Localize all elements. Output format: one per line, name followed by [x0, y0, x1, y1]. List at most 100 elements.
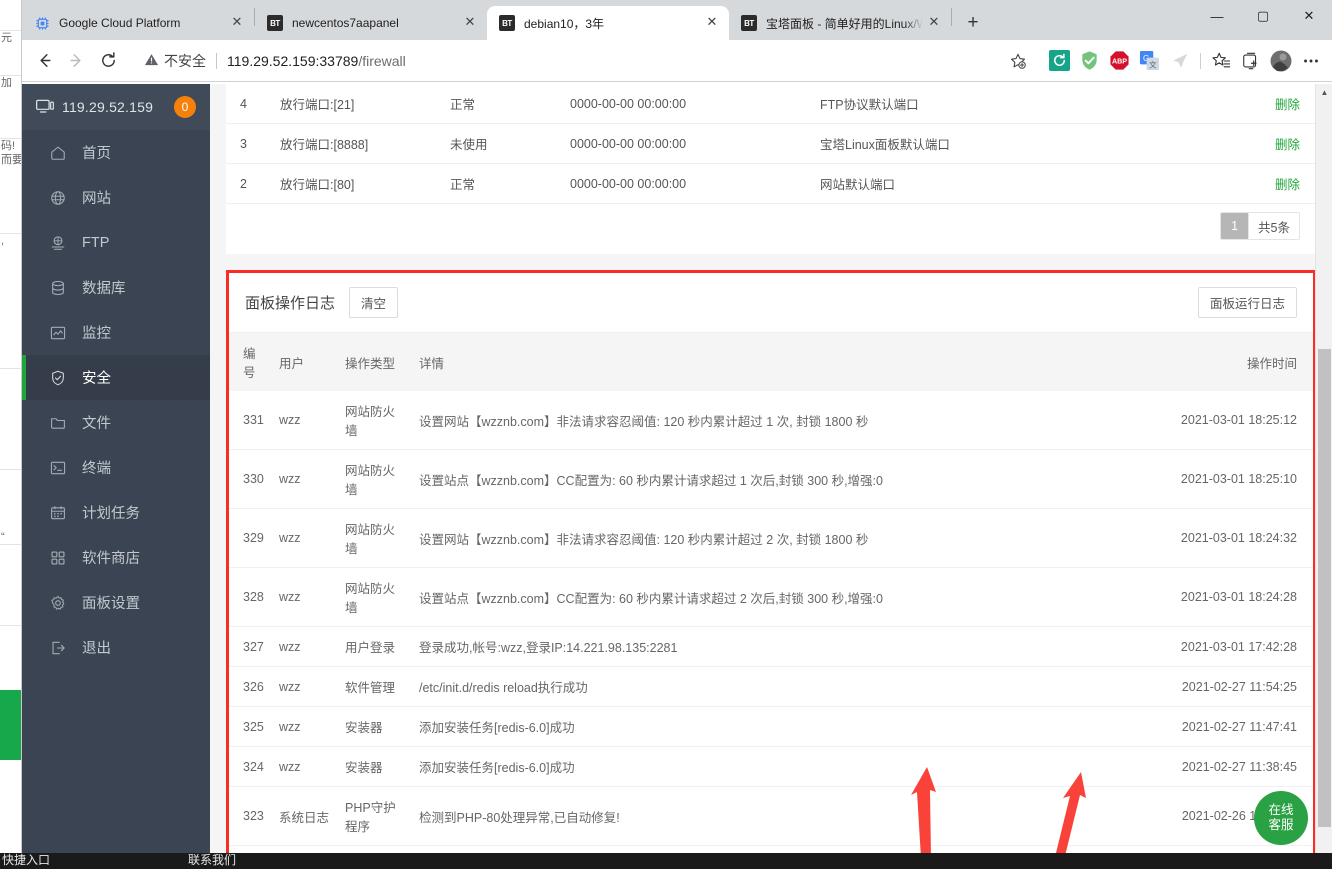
page-scrollbar[interactable]: ▲ ▼ — [1315, 84, 1332, 869]
table-row[interactable]: 4 放行端口:[21] 正常 0000-00-00 00:00:00 FTP协议… — [226, 84, 1316, 124]
sidebar-item-monitor[interactable]: 监控 — [22, 310, 210, 355]
sidebar-item-label: 监控 — [82, 326, 111, 342]
url-path: /firewall — [358, 52, 406, 69]
server-header[interactable]: 119.29.52.159 0 — [22, 84, 210, 130]
sidebar-item-settings[interactable]: 面板设置 — [22, 580, 210, 625]
notification-badge[interactable]: 0 — [174, 96, 196, 118]
apps-grid-icon — [48, 550, 68, 566]
maximize-button[interactable]: ▢ — [1240, 0, 1286, 32]
bg-green-button[interactable] — [0, 690, 21, 760]
firewall-rules-card: 4 放行端口:[21] 正常 0000-00-00 00:00:00 FTP协议… — [226, 84, 1316, 254]
log-card-header: 面板操作日志 清空 面板运行日志 — [229, 273, 1313, 333]
browser-tab-0[interactable]: Google Cloud Platform ✕ — [22, 6, 254, 40]
security-indicator[interactable]: 不安全 — [144, 51, 206, 71]
sidebar-item-home[interactable]: 首页 — [22, 130, 210, 175]
log-row-type: 网站防火墙 — [339, 391, 413, 450]
table-row[interactable]: 327 wzz 用户登录 登录成功,帐号:wzz,登录IP:14.221.98.135… — [229, 626, 1313, 667]
page-button-1[interactable]: 1 — [1221, 213, 1250, 239]
home-icon — [48, 145, 68, 161]
sidebar-item-logout[interactable]: 退出 — [22, 625, 210, 670]
log-row-detail: 添加安装任务[redis-6.0]成功 — [413, 706, 1153, 747]
delete-rule-link[interactable]: 删除 — [1189, 124, 1316, 164]
taskbar-right-label[interactable]: 联系我们 — [188, 853, 236, 868]
firewall-pagination: 1 共5条 — [1220, 212, 1300, 240]
svg-text:ABP: ABP — [1111, 58, 1126, 66]
shield-icon — [48, 370, 68, 386]
log-row-id: 325 — [229, 706, 273, 747]
operation-log-body: 331 wzz 网站防火墙 设置网站【wzznb.com】非法请求容忍阈值: 120 … — [229, 391, 1313, 869]
operation-log-table: 编号 用户 操作类型 详情 操作时间 331 wzz 网站防火墙 设置网站【wzznb… — [229, 333, 1313, 869]
table-row[interactable]: 329 wzz 网站防火墙 设置网站【wzznb.com】非法请求容忍阈值: 120 … — [229, 508, 1313, 568]
clear-log-button[interactable]: 清空 — [349, 287, 399, 318]
taskbar[interactable]: 快捷入口 联系我们 — [0, 853, 1332, 869]
background-window-sliver[interactable]: 元 加 码! 而要 , “ — [0, 0, 22, 869]
scroll-up-arrow[interactable]: ▲ — [1316, 84, 1332, 101]
log-row-id: 323 — [229, 786, 273, 846]
table-row[interactable]: 323 系统日志 PHP守护程序 检测到PHP-80处理异常,已自动修复! 2021-0… — [229, 786, 1313, 846]
table-row[interactable]: 326 wzz 软件管理/etc/init.d/redis reload执行成功 20… — [229, 666, 1313, 707]
tab-strip: Google Cloud Platform ✕ BT newcentos7aap… — [22, 0, 1332, 40]
table-row[interactable]: 2 放行端口:[80] 正常 0000-00-00 00:00:00 网站默认端… — [226, 164, 1316, 204]
log-row-detail: 添加安装任务[redis-6.0]成功 — [413, 746, 1153, 787]
table-row[interactable]: 325 wzz 安装器 添加安装任务[redis-6.0]成功 2021-02-27 1… — [229, 706, 1313, 747]
warning-triangle-icon — [144, 52, 159, 70]
profile-avatar[interactable] — [1266, 46, 1296, 76]
tab-close-icon[interactable]: ✕ — [923, 12, 945, 34]
forward-button[interactable] — [60, 45, 92, 77]
sidebar-item-terminal[interactable]: 终端 — [22, 445, 210, 490]
table-row[interactable]: 331 wzz 网站防火墙 设置网站【wzznb.com】非法请求容忍阈值: 120 … — [229, 391, 1313, 450]
address-bar[interactable]: 不安全 119.29.52.159:33789 /firewall — [130, 45, 1038, 77]
disabled-extension-icon[interactable] — [1164, 46, 1194, 76]
close-window-button[interactable]: ✕ — [1286, 0, 1332, 32]
table-row[interactable]: 324 wzz 安装器 添加安装任务[redis-6.0]成功 2021-02-27 1… — [229, 746, 1313, 787]
tab-close-icon[interactable]: ✕ — [226, 12, 248, 34]
table-row[interactable]: 330 wzz 网站防火墙 设置站点【wzznb.com】CC配置为: 60 秒内累计… — [229, 449, 1313, 509]
reload-button[interactable] — [92, 45, 124, 77]
sidebar-item-ftp[interactable]: FTP — [22, 220, 210, 265]
omnibox-divider — [1194, 45, 1206, 77]
sidebar-item-database[interactable]: 数据库 — [22, 265, 210, 310]
tab-close-icon[interactable]: ✕ — [701, 12, 723, 34]
browser-tab-2[interactable]: BT debian10，3年 ✕ — [487, 6, 729, 40]
refresh-extension-icon[interactable] — [1044, 46, 1074, 76]
log-row-type: 安装器 — [339, 706, 413, 747]
rule-time: 0000-00-00 00:00:00 — [570, 96, 687, 111]
delete-rule-link[interactable]: 删除 — [1189, 164, 1316, 204]
favorites-icon[interactable] — [1206, 46, 1236, 76]
scrollbar-thumb[interactable] — [1318, 349, 1331, 827]
table-row[interactable]: 3 放行端口:[8888] 未使用 0000-00-00 00:00:00 宝塔… — [226, 124, 1316, 164]
adblock-plus-icon[interactable]: ABP — [1104, 46, 1134, 76]
browser-tab-1[interactable]: BT newcentos7aapanel ✕ — [255, 6, 487, 40]
back-button[interactable] — [28, 45, 60, 77]
main-content: 4 放行端口:[21] 正常 0000-00-00 00:00:00 FTP协议… — [210, 84, 1332, 869]
google-translate-icon[interactable]: G文 — [1134, 46, 1164, 76]
sidebar-item-label: 终端 — [82, 461, 111, 477]
column-header-time: 操作时间 — [1153, 333, 1313, 391]
taskbar-left-label[interactable]: 快捷入口 — [2, 853, 50, 868]
table-row[interactable]: 328 wzz 网站防火墙 设置站点【wzznb.com】CC配置为: 60 秒内累计… — [229, 567, 1313, 627]
rule-id: 4 — [240, 96, 247, 111]
sidebar-item-files[interactable]: 文件 — [22, 400, 210, 445]
delete-rule-link[interactable]: 删除 — [1189, 84, 1316, 124]
sidebar-item-appstore[interactable]: 软件商店 — [22, 535, 210, 580]
tab-close-icon[interactable]: ✕ — [459, 12, 481, 34]
sidebar-item-security[interactable]: 安全 — [22, 355, 210, 400]
column-header-id: 编号 — [229, 333, 273, 391]
log-row-type: 软件管理 — [339, 666, 413, 707]
minimize-button[interactable]: — — [1194, 0, 1240, 32]
shield-extension-icon[interactable] — [1074, 46, 1104, 76]
log-row-user: wzz — [273, 746, 339, 787]
star-add-icon[interactable] — [1002, 45, 1034, 77]
new-tab-button[interactable]: + — [958, 9, 988, 37]
sidebar-item-website[interactable]: 网站 — [22, 175, 210, 220]
log-row-type: 网站防火墙 — [339, 508, 413, 568]
browser-tab-3[interactable]: BT 宝塔面板 - 简单好用的Linux/Win ✕ — [729, 6, 951, 40]
window-controls: — ▢ ✕ — [1194, 0, 1332, 32]
sidebar-item-cron[interactable]: 计划任务 — [22, 490, 210, 535]
more-menu-icon[interactable] — [1296, 46, 1326, 76]
sidebar-item-label: FTP — [82, 234, 110, 251]
log-row-time: 2021-03-01 18:24:32 — [1153, 508, 1313, 568]
online-support-button[interactable]: 在线 客服 — [1254, 791, 1308, 845]
panel-run-log-button[interactable]: 面板运行日志 — [1197, 287, 1297, 318]
collections-icon[interactable] — [1236, 46, 1266, 76]
